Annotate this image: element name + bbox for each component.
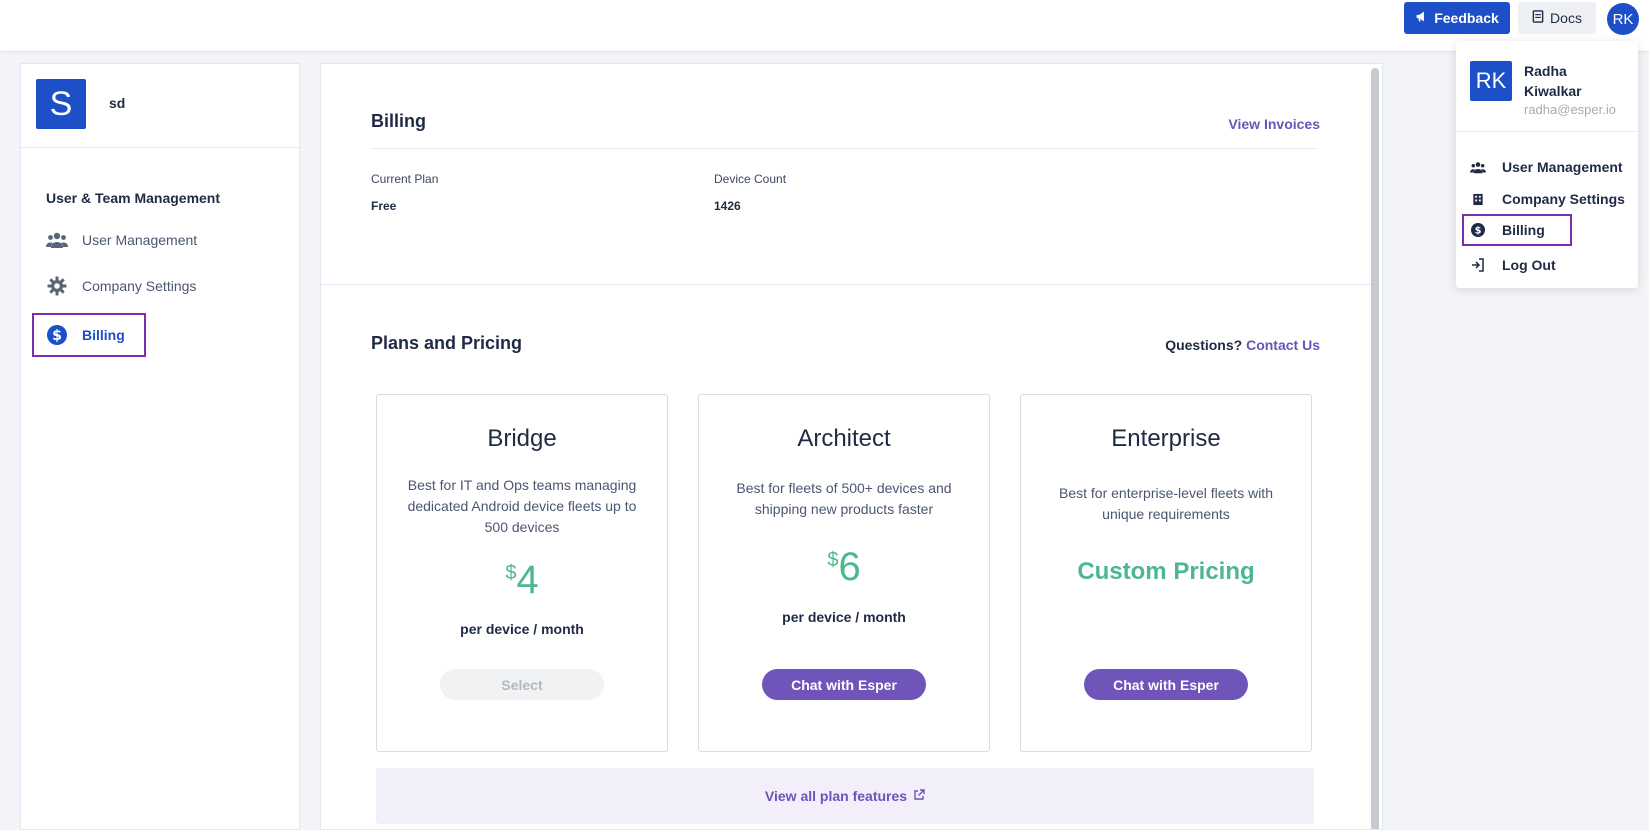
sidebar-item-company-settings[interactable]: Company Settings	[32, 264, 282, 308]
user-avatar: RK	[1470, 61, 1512, 101]
plan-price: $4	[377, 558, 667, 603]
menu-item-user-management[interactable]: User Management	[1462, 151, 1628, 183]
billing-title: Billing	[371, 111, 426, 131]
menu-item-billing[interactable]: $ Billing	[1462, 214, 1572, 246]
plan-description: Best for IT and Ops teams managing dedic…	[407, 477, 637, 535]
currency-symbol: $	[827, 549, 839, 571]
menu-item-label: Log Out	[1502, 257, 1556, 273]
price-value: 6	[838, 545, 861, 589]
user-menu-dropdown: RK Radha Kiwalkar radha@esper.io User Ma…	[1456, 41, 1638, 288]
dollar-circle-icon: $	[46, 324, 68, 346]
top-bar: Feedback Docs RK	[0, 0, 1649, 52]
menu-item-label: User Management	[1502, 159, 1623, 175]
menu-item-company-settings[interactable]: Company Settings	[1462, 183, 1628, 215]
menu-item-label: Billing	[1502, 222, 1545, 238]
external-link-icon	[913, 788, 925, 804]
user-name: Radha Kiwalkar	[1524, 63, 1582, 99]
questions-label: Questions?	[1165, 337, 1243, 353]
org-logo: S	[36, 79, 86, 129]
section-divider	[321, 284, 1371, 285]
plan-per-unit: per device / month	[782, 609, 906, 625]
view-all-features-label: View all plan features	[764, 788, 908, 804]
sidebar-item-label: Billing	[82, 327, 125, 343]
svg-text:$: $	[1475, 226, 1482, 237]
chat-with-esper-button[interactable]: Chat with Esper	[762, 669, 926, 700]
device-count-label: Device Count	[714, 172, 787, 186]
plan-name: Enterprise	[1111, 425, 1221, 452]
gear-icon	[46, 275, 68, 297]
plan-card-enterprise: Enterprise Best for enterprise-level fle…	[1020, 394, 1312, 752]
users-icon	[46, 229, 68, 251]
user-email: radha@esper.io	[1524, 102, 1616, 117]
questions-text: Questions? Contact Us	[1165, 337, 1320, 353]
select-plan-button[interactable]: Select	[440, 669, 604, 700]
sidebar-item-label: Company Settings	[82, 278, 197, 294]
device-count-value: 1426	[714, 199, 741, 213]
plans-title: Plans and Pricing	[371, 333, 523, 353]
sidebar-item-label: User Management	[82, 232, 198, 248]
divider	[371, 148, 1317, 149]
currency-symbol: $	[505, 562, 517, 584]
plan-description: Best for enterprise-level fleets with un…	[1059, 485, 1273, 522]
plan-card-bridge: Bridge Best for IT and Ops teams managin…	[376, 394, 668, 752]
contact-us-link[interactable]: Contact Us	[1246, 337, 1320, 353]
docs-button[interactable]: Docs	[1518, 2, 1596, 34]
view-invoices-link[interactable]: View Invoices	[1228, 116, 1320, 132]
plan-card-architect: Architect Best for fleets of 500+ device…	[698, 394, 990, 752]
chat-with-esper-button[interactable]: Chat with Esper	[1084, 669, 1248, 700]
docs-label: Docs	[1550, 10, 1582, 26]
price-value: 4	[516, 558, 539, 602]
docs-icon	[1532, 10, 1544, 26]
dollar-circle-icon: $	[1470, 222, 1486, 238]
megaphone-icon	[1415, 10, 1428, 26]
plan-name: Architect	[797, 425, 891, 452]
current-plan-label: Current Plan	[371, 172, 439, 186]
feedback-label: Feedback	[1434, 10, 1499, 26]
billing-main-panel: Billing View Invoices Current Plan Free …	[320, 63, 1383, 830]
plan-description: Best for fleets of 500+ devices and ship…	[736, 480, 952, 517]
svg-text:$: $	[52, 328, 62, 344]
menu-item-label: Company Settings	[1502, 191, 1625, 207]
building-icon	[1470, 191, 1486, 207]
menu-item-log-out[interactable]: Log Out	[1462, 249, 1628, 281]
view-all-features-link[interactable]: View all plan features	[376, 768, 1314, 824]
divider	[1456, 131, 1638, 132]
plan-per-unit: per device / month	[460, 621, 584, 637]
settings-sidebar: S sd User & Team Management User Managem…	[20, 63, 300, 830]
plan-price: $6	[699, 545, 989, 590]
user-avatar-button[interactable]: RK	[1607, 3, 1639, 35]
plan-name: Bridge	[487, 425, 557, 452]
sidebar-item-billing[interactable]: $ Billing	[32, 313, 146, 357]
feedback-button[interactable]: Feedback	[1404, 2, 1510, 34]
org-header: S sd	[21, 64, 299, 148]
org-name: sd	[109, 95, 126, 111]
custom-pricing: Custom Pricing	[1077, 558, 1255, 585]
sidebar-section-title: User & Team Management	[46, 190, 221, 206]
vertical-scrollbar[interactable]	[1371, 68, 1379, 829]
current-plan-value: Free	[371, 199, 397, 213]
logout-icon	[1470, 257, 1486, 273]
sidebar-item-user-management[interactable]: User Management	[32, 218, 282, 262]
users-icon	[1470, 159, 1486, 175]
